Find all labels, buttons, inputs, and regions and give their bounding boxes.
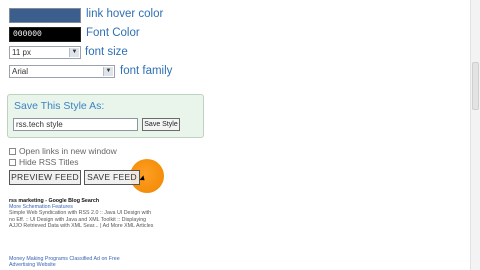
open-links-label: Open links in new window <box>19 146 117 156</box>
feed-preview: rss marketing - Google Blog Search More … <box>9 198 169 229</box>
font-color-value: 000000 <box>13 30 42 39</box>
chevron-down-icon[interactable]: ▼ <box>69 48 79 57</box>
feed-body-line: Simple Web Syndication with RSS 2.0 :: J… <box>9 210 152 217</box>
font-color-label: Font Color <box>86 27 140 39</box>
font-color-input[interactable]: 000000 <box>9 27 81 42</box>
scrollbar-thumb[interactable] <box>472 62 479 110</box>
style-name-input[interactable]: rss.tech style <box>13 118 138 131</box>
link-hover-color-label: link hover color <box>86 8 164 20</box>
font-family-label: font family <box>120 65 173 77</box>
preview-feed-button[interactable]: PREVIEW FEED <box>9 170 81 185</box>
hide-titles-checkbox[interactable] <box>9 159 16 166</box>
feed-body-line: no Eff. :: UI Design with Java and XML T… <box>9 216 147 223</box>
font-family-value: Arial <box>12 67 29 76</box>
style-name-value: rss.tech style <box>16 120 63 129</box>
font-size-select[interactable]: 11 px ▼ <box>9 46 81 59</box>
feed-link[interactable]: Advertising Website <box>9 262 169 268</box>
feed-preview-bottom: Money Making Programs Classified Ad on F… <box>9 256 169 268</box>
font-size-value: 11 px <box>12 48 31 57</box>
link-hover-color-swatch[interactable] <box>9 8 81 23</box>
feed-body-line: AJJO Retrieved Data with XML Sear... | A… <box>9 222 154 229</box>
chevron-down-icon[interactable]: ▼ <box>103 67 113 76</box>
font-size-label: font size <box>85 46 128 58</box>
hide-titles-label: Hide RSS Titles <box>19 157 79 167</box>
save-style-button[interactable]: Save Style <box>142 118 180 131</box>
vertical-scrollbar[interactable] <box>470 0 480 270</box>
open-links-checkbox[interactable] <box>9 148 16 155</box>
save-style-panel: Save This Style As: rss.tech style Save … <box>7 94 204 138</box>
save-feed-button[interactable]: SAVE FEED <box>84 170 140 185</box>
font-family-select[interactable]: Arial ▼ <box>9 65 115 78</box>
save-style-title: Save This Style As: <box>14 100 105 112</box>
